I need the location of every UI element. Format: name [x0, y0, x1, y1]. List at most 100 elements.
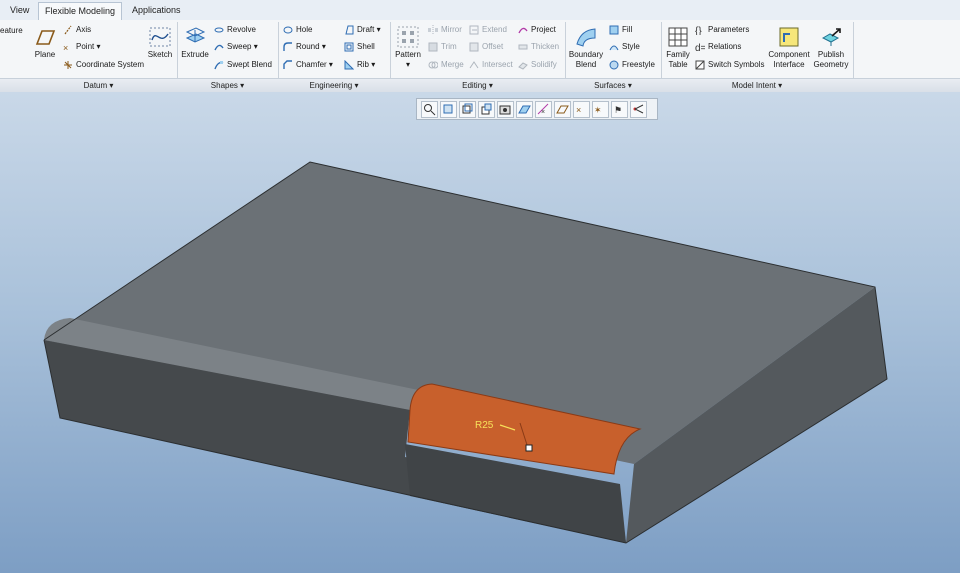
- intersect-button[interactable]: Intersect: [469, 58, 513, 72]
- extrude-button[interactable]: Extrude: [181, 26, 209, 60]
- view-manager-icon[interactable]: [516, 101, 533, 118]
- sweep-label: Sweep: [227, 42, 252, 51]
- trim-button[interactable]: Trim: [428, 40, 457, 54]
- annotation-display-icon[interactable]: ⚑: [611, 101, 628, 118]
- offset-button[interactable]: Offset: [469, 40, 503, 54]
- round-button[interactable]: Round ▾: [283, 40, 326, 54]
- plane-icon: [34, 26, 56, 48]
- tab-flexible-modeling[interactable]: Flexible Modeling: [38, 2, 123, 20]
- family-table-button[interactable]: Family Table: [664, 26, 692, 70]
- datum-axes-display-icon[interactable]: [554, 101, 571, 118]
- hole-label: Hole: [296, 25, 313, 34]
- style-button[interactable]: Style: [609, 40, 640, 54]
- repaint-icon[interactable]: [478, 101, 495, 118]
- swept-blend-button[interactable]: Swept Blend: [214, 58, 272, 72]
- svg-text:✶: ✶: [594, 105, 602, 115]
- group-shapes[interactable]: Shapes ▾: [177, 79, 278, 92]
- hole-icon: [283, 25, 293, 35]
- sweep-button[interactable]: Sweep ▾: [214, 40, 258, 54]
- boundary-blend-button[interactable]: Boundary Blend: [568, 26, 604, 70]
- mirror-button[interactable]: Mirror: [428, 23, 462, 37]
- fill-label: Fill: [622, 25, 633, 34]
- zoom-in-icon[interactable]: [440, 101, 457, 118]
- thicken-button[interactable]: Thicken: [518, 40, 559, 54]
- tab-applications[interactable]: Applications: [126, 2, 187, 19]
- relations-button[interactable]: d= Relations: [695, 40, 741, 54]
- parameters-label: Parameters: [708, 25, 750, 34]
- saved-orientations-icon[interactable]: [497, 101, 514, 118]
- coordinate-system-icon: [63, 60, 73, 70]
- group-datum[interactable]: Datum ▾: [20, 79, 177, 92]
- solidify-icon: [518, 60, 528, 70]
- chamfer-label: Chamfer: [296, 60, 327, 69]
- point-button[interactable]: × Point ▾: [63, 40, 100, 54]
- svg-text:⚑: ⚑: [614, 105, 622, 115]
- draft-button[interactable]: Draft ▾: [344, 23, 381, 37]
- dimension-label[interactable]: R25: [475, 420, 493, 431]
- extend-icon: [469, 25, 479, 35]
- zoom-out-icon[interactable]: [459, 101, 476, 118]
- point-dropdown-icon[interactable]: ▾: [96, 42, 100, 51]
- dimension-handle[interactable]: [525, 444, 533, 452]
- group-editing[interactable]: Editing ▾: [390, 79, 565, 92]
- offset-icon: [469, 42, 479, 52]
- publish-geometry-button[interactable]: Publish Geometry: [812, 26, 850, 70]
- solidify-label: Solidify: [531, 60, 557, 69]
- model-render[interactable]: [0, 92, 960, 573]
- chamfer-button[interactable]: Chamfer ▾: [283, 58, 333, 72]
- rib-button[interactable]: Rib ▾: [344, 58, 375, 72]
- project-button[interactable]: Project: [518, 23, 556, 37]
- boundary-blend-label-1: Boundary: [568, 50, 604, 59]
- hole-button[interactable]: Hole: [283, 23, 312, 37]
- sketch-button[interactable]: Sketch: [146, 26, 174, 60]
- group-model-intent-label: Model Intent: [731, 81, 776, 90]
- rib-dropdown-icon[interactable]: ▾: [371, 60, 375, 69]
- sweep-dropdown-icon[interactable]: ▾: [254, 42, 258, 51]
- component-interface-button[interactable]: Component Interface: [767, 26, 811, 70]
- mirror-icon: [428, 24, 438, 35]
- csys-display-icon[interactable]: ✶: [592, 101, 609, 118]
- merge-button[interactable]: Merge: [428, 58, 464, 72]
- datum-planes-display-icon[interactable]: ×: [535, 101, 552, 118]
- revolve-button[interactable]: Revolve: [214, 23, 256, 37]
- chamfer-dropdown-icon[interactable]: ▾: [329, 60, 333, 69]
- fill-button[interactable]: Fill: [609, 23, 632, 37]
- solidify-button[interactable]: Solidify: [518, 58, 557, 72]
- round-dropdown-icon[interactable]: ▾: [322, 42, 326, 51]
- refit-icon[interactable]: [421, 101, 438, 118]
- point-icon: ×: [63, 42, 73, 53]
- point-label: Point: [76, 42, 95, 51]
- thicken-icon: [518, 42, 528, 52]
- extend-label: Extend: [482, 25, 507, 34]
- axis-button[interactable]: Axis: [63, 23, 91, 37]
- pattern-label: Pattern: [395, 50, 421, 59]
- offset-label: Offset: [482, 42, 504, 51]
- graphics-viewport[interactable]: [0, 92, 960, 573]
- group-engineering[interactable]: Engineering ▾: [278, 79, 390, 92]
- pattern-button[interactable]: Pattern ▾: [394, 26, 422, 70]
- shell-button[interactable]: Shell: [344, 40, 375, 54]
- fill-icon: [609, 25, 619, 35]
- publish-geometry-label-2: Geometry: [813, 60, 849, 69]
- pattern-dropdown-icon[interactable]: ▾: [406, 60, 410, 69]
- spin-center-icon[interactable]: [630, 101, 647, 118]
- draft-dropdown-icon[interactable]: ▾: [377, 25, 381, 34]
- draft-icon: [344, 25, 354, 35]
- group-model-intent[interactable]: Model Intent ▾: [661, 79, 853, 92]
- axis-label: Axis: [76, 25, 92, 34]
- switch-symbols-button[interactable]: Switch Symbols: [695, 58, 764, 72]
- style-icon: [609, 42, 619, 52]
- plane-button[interactable]: Plane: [32, 26, 58, 60]
- parameters-button[interactable]: {} Parameters: [695, 23, 749, 37]
- switch-symbols-label: Switch Symbols: [708, 60, 765, 69]
- datum-points-display-icon[interactable]: ×: [573, 101, 590, 118]
- group-surfaces[interactable]: Surfaces ▾: [565, 79, 661, 92]
- freestyle-button[interactable]: Freestyle: [609, 58, 655, 72]
- feature-label-cutoff[interactable]: eature: [0, 24, 23, 38]
- axis-icon: [63, 25, 73, 35]
- rib-label: Rib: [357, 60, 370, 69]
- tab-view[interactable]: View: [4, 2, 35, 19]
- coordinate-system-button[interactable]: Coordinate System: [63, 58, 144, 72]
- extend-button[interactable]: Extend: [469, 23, 507, 37]
- trim-label: Trim: [441, 42, 457, 51]
